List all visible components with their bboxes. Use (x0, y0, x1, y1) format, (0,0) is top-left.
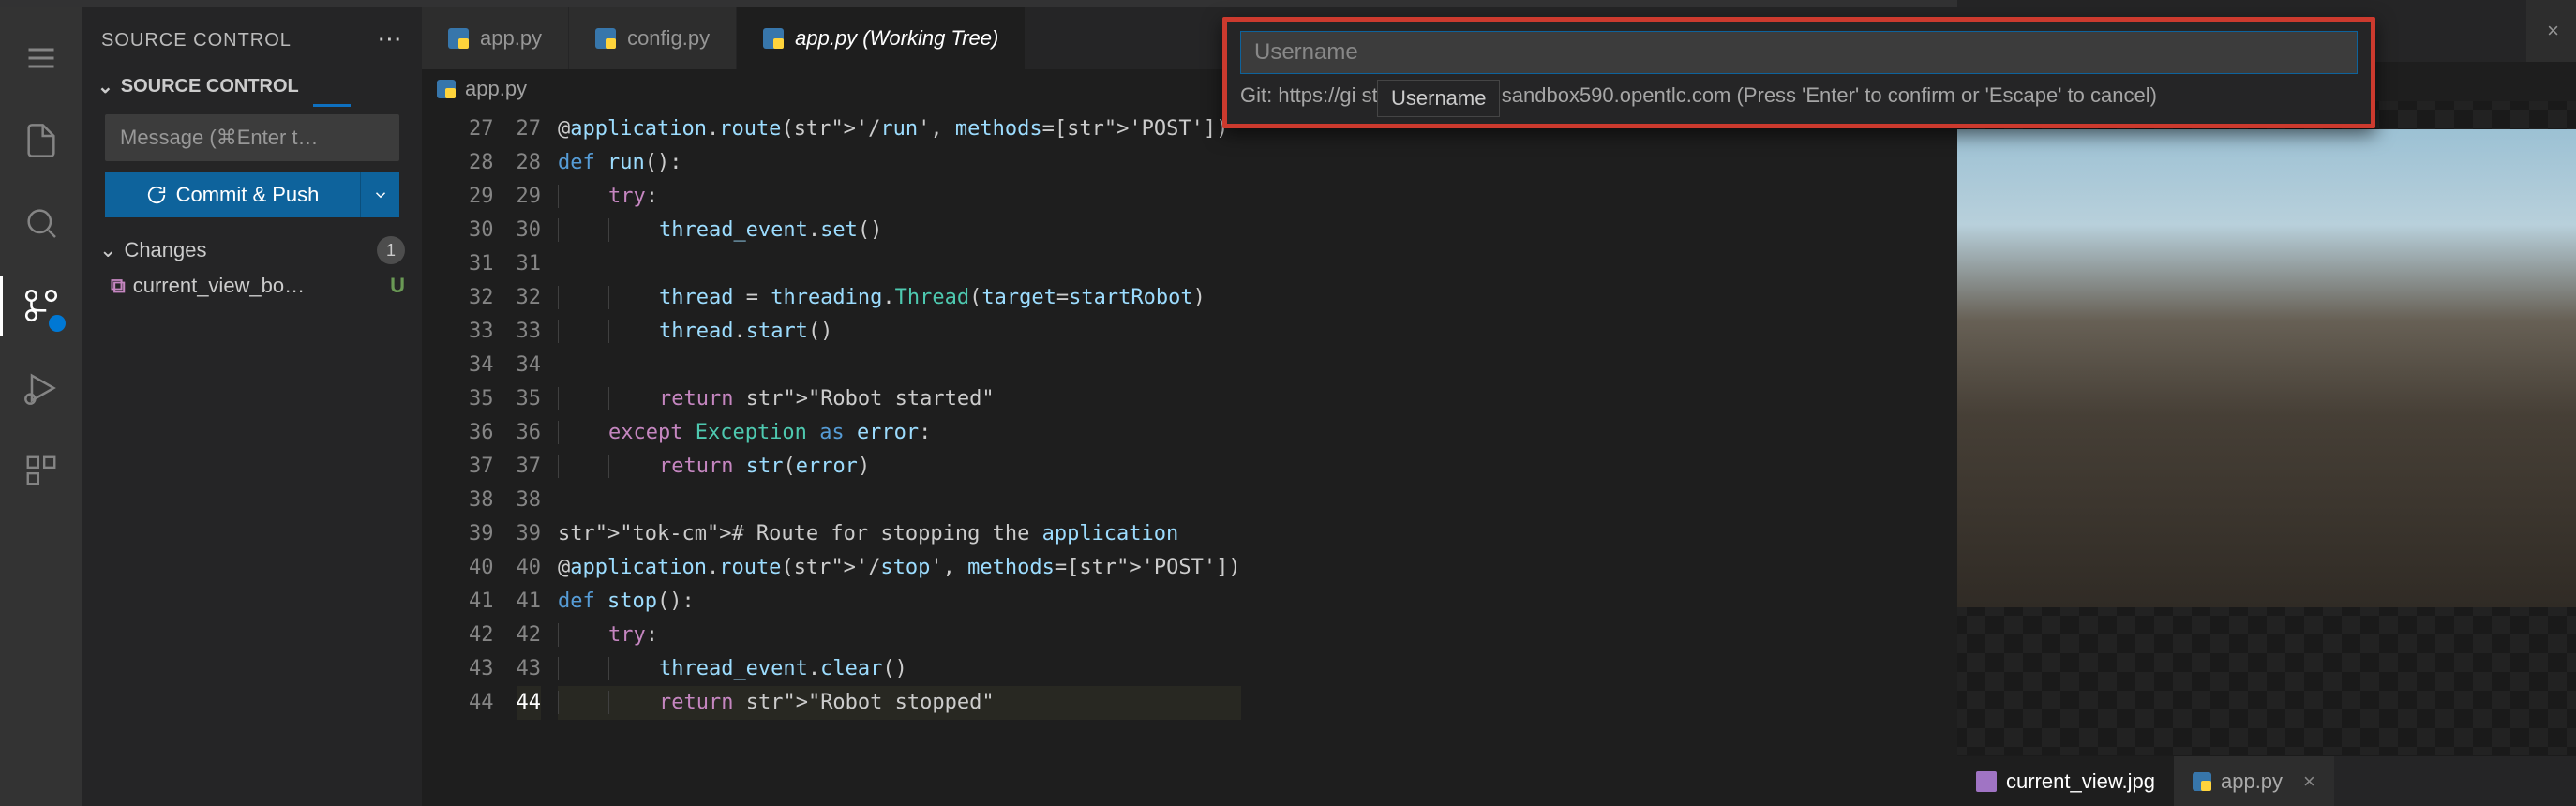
tab-label: app.py (480, 26, 542, 51)
tab-label: app.py (Working Tree) (795, 26, 998, 51)
tab-close-button[interactable]: × (2526, 0, 2576, 62)
tab-label: config.py (627, 26, 710, 51)
tab-config-py[interactable]: config.py (569, 7, 737, 69)
diff-icon: ⧉ (111, 275, 126, 298)
commit-push-button[interactable]: Commit & Push (105, 172, 360, 217)
extensions-icon[interactable] (19, 448, 64, 493)
commit-message-input[interactable]: Message (⌘Enter t… (105, 114, 399, 161)
tab-app-py-working-tree[interactable]: app.py (Working Tree) (737, 7, 1026, 69)
scm-section-label: SOURCE CONTROL (121, 76, 299, 97)
untracked-marker: U (390, 274, 405, 298)
quick-input-panel: Username Git: https://gi ster-bvjbt.bvjb… (1222, 17, 2375, 128)
close-icon[interactable]: × (2303, 769, 2315, 794)
sidebar-title-label: SOURCE CONTROL (101, 30, 292, 52)
chevron-down-icon: ⌄ (99, 238, 116, 262)
python-icon (448, 28, 469, 49)
sidebar: SOURCE CONTROL ··· ⌄ SOURCE CONTROL Mess… (82, 7, 422, 806)
line-numbers-original: 272829303132333435363738394041424344 (422, 109, 507, 806)
image-content (1957, 129, 2576, 607)
tab-app-py-lower[interactable]: app.py × (2174, 756, 2334, 806)
run-debug-icon[interactable] (19, 366, 64, 410)
changes-label: Changes (124, 238, 206, 262)
changed-file-name: current_view_bo… (133, 274, 305, 298)
scm-section-header[interactable]: ⌄ SOURCE CONTROL (82, 73, 422, 104)
username-input[interactable] (1240, 31, 2358, 74)
chevron-down-icon: ⌄ (97, 75, 113, 98)
changes-count-badge: 1 (377, 236, 405, 264)
line-numbers-modified: 272829303132333435363738394041424344 (507, 109, 559, 806)
changed-file-row[interactable]: ⧉ current_view_bo… U (82, 270, 422, 302)
code-content[interactable]: @application.route(str">'/run', methods=… (558, 109, 1241, 806)
commit-dropdown-button[interactable] (360, 172, 399, 217)
image-preview[interactable] (1957, 101, 2576, 755)
activity-bar (0, 7, 82, 806)
scm-badge-icon (49, 315, 66, 332)
search-icon[interactable] (19, 201, 64, 246)
source-control-icon[interactable] (19, 283, 64, 328)
breadcrumb-label: app.py (465, 77, 527, 101)
tab-label: app.py (2221, 769, 2283, 794)
username-tooltip: Username (1377, 80, 1500, 117)
menu-icon[interactable] (19, 36, 64, 81)
lower-tab-bar: current_view.jpg app.py × (1957, 755, 2576, 806)
image-icon (1976, 771, 1997, 792)
changes-group[interactable]: ⌄ Changes 1 (82, 231, 422, 270)
python-icon (2193, 772, 2211, 791)
python-icon (437, 80, 456, 98)
python-icon (763, 28, 784, 49)
progress-indicator (97, 104, 407, 107)
tab-label: current_view.jpg (2006, 769, 2155, 794)
tab-app-py[interactable]: app.py (422, 7, 569, 69)
python-icon (595, 28, 616, 49)
sidebar-title: SOURCE CONTROL ··· (82, 7, 422, 73)
explorer-icon[interactable] (19, 118, 64, 163)
tab-current-view-jpg[interactable]: current_view.jpg (1957, 756, 2174, 806)
commit-push-label: Commit & Push (176, 183, 320, 207)
more-icon[interactable]: ··· (379, 30, 403, 52)
